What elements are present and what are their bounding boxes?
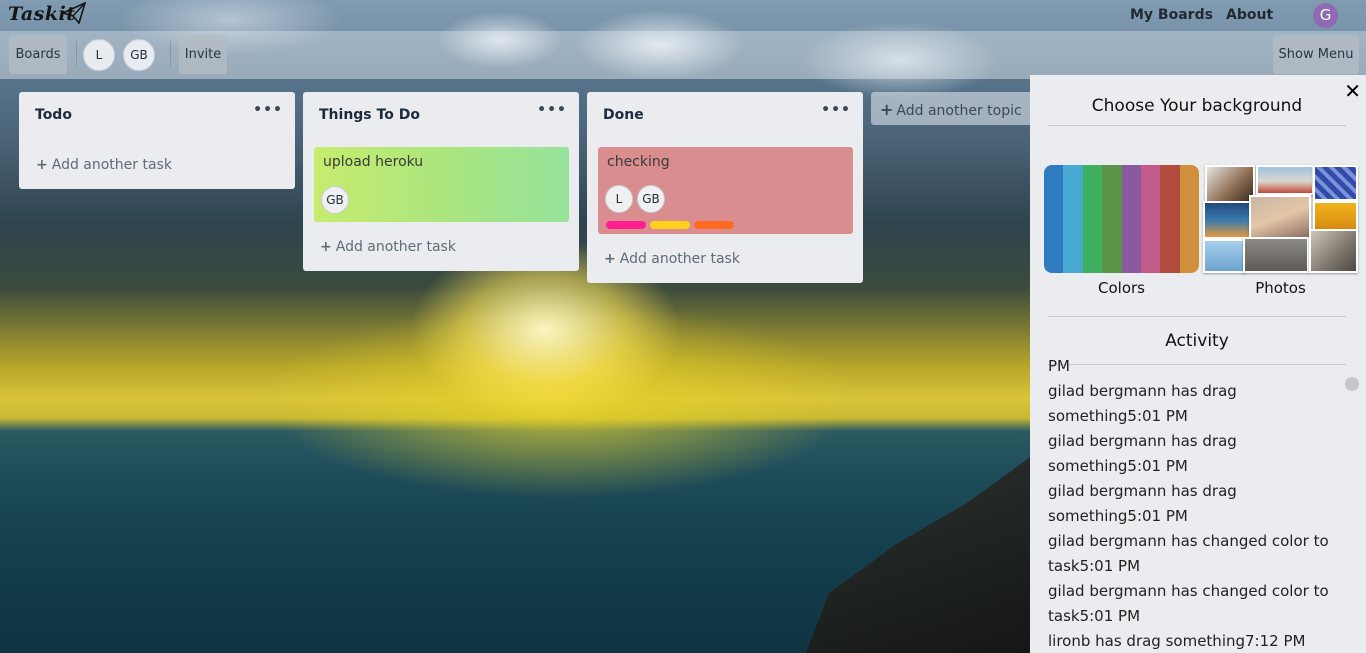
list-menu-icon[interactable]: ••• bbox=[253, 102, 283, 118]
task-card[interactable]: upload heroku GB bbox=[314, 147, 569, 222]
invite-button[interactable]: Invite bbox=[179, 35, 227, 74]
background-heading: Choose Your background bbox=[1091, 96, 1303, 116]
color-swatch-stripe bbox=[1082, 165, 1103, 273]
list-title[interactable]: Done bbox=[603, 107, 644, 123]
activity-item: gilad bergmann has changed color to task… bbox=[1048, 582, 1329, 625]
task-card[interactable]: checking L GB bbox=[598, 147, 853, 234]
activity-scrollbar[interactable] bbox=[1345, 377, 1359, 391]
color-swatch-stripe bbox=[1063, 165, 1083, 273]
paper-plane-icon bbox=[62, 2, 86, 24]
activity-item: lironb has drag something7:12 PM bbox=[1048, 632, 1306, 650]
color-swatch-stripe bbox=[1160, 165, 1180, 273]
card-label bbox=[606, 221, 646, 229]
color-swatch-stripe bbox=[1044, 165, 1064, 273]
close-icon[interactable]: ✕ bbox=[1344, 79, 1361, 103]
photo-thumbnail bbox=[1203, 201, 1251, 239]
add-task-button[interactable]: + Add another task bbox=[320, 239, 456, 255]
color-swatch-stripe bbox=[1121, 165, 1141, 273]
activity-item: gilad bergmann has drag something5:01 PM bbox=[1048, 432, 1237, 475]
my-boards-link[interactable]: My Boards bbox=[1130, 7, 1213, 23]
photo-thumbnail bbox=[1249, 195, 1311, 239]
photo-thumbnail bbox=[1256, 165, 1314, 195]
list-title[interactable]: Things To Do bbox=[319, 107, 420, 123]
card-title: upload heroku bbox=[323, 154, 424, 170]
toolbar-divider bbox=[76, 41, 77, 67]
color-swatch-stripe bbox=[1140, 165, 1161, 273]
add-topic-label: Add another topic bbox=[896, 103, 1022, 119]
list-todo: Todo ••• + Add another task bbox=[19, 92, 295, 189]
card-member-avatar: GB bbox=[637, 185, 665, 213]
activity-item: gilad bergmann has drag something5:01 PM bbox=[1048, 382, 1237, 425]
show-menu-button[interactable]: Show Menu bbox=[1273, 35, 1359, 74]
list-menu-icon[interactable]: ••• bbox=[821, 102, 851, 118]
add-task-button[interactable]: + Add another task bbox=[36, 157, 172, 173]
plus-icon: + bbox=[36, 157, 48, 173]
boards-button[interactable]: Boards bbox=[9, 35, 67, 74]
activity-item: PM bbox=[1048, 360, 1070, 375]
activity-feed[interactable]: PM gilad bergmann has drag something5:01… bbox=[1048, 360, 1343, 653]
card-member-avatar: GB bbox=[321, 186, 349, 214]
list-menu-icon[interactable]: ••• bbox=[537, 102, 567, 118]
toolbar-divider bbox=[170, 41, 171, 67]
add-task-label: Add another task bbox=[619, 251, 740, 267]
add-task-label: Add another task bbox=[335, 239, 456, 255]
plus-icon: + bbox=[604, 251, 616, 267]
divider bbox=[1048, 125, 1346, 126]
side-menu: ✕ Choose Your background Colors Photos A… bbox=[1030, 75, 1366, 653]
activity-item: gilad bergmann has changed color to task… bbox=[1048, 532, 1329, 575]
colors-label: Colors bbox=[1098, 279, 1145, 297]
top-navigation: Taskit My Boards About G bbox=[0, 0, 1366, 31]
divider bbox=[1048, 316, 1346, 317]
photo-thumbnail bbox=[1243, 237, 1309, 273]
photo-thumbnail bbox=[1309, 229, 1358, 273]
user-avatar[interactable]: G bbox=[1313, 3, 1338, 28]
board-member-avatar[interactable]: L bbox=[83, 39, 115, 71]
photos-option[interactable] bbox=[1203, 165, 1358, 273]
board-member-avatar[interactable]: GB bbox=[123, 39, 155, 71]
activity-heading: Activity bbox=[1165, 331, 1229, 351]
add-task-button[interactable]: + Add another task bbox=[604, 251, 740, 267]
board-toolbar: Boards L GB Invite Show Menu bbox=[0, 31, 1366, 79]
photo-thumbnail bbox=[1313, 165, 1358, 201]
activity-item: gilad bergmann has drag something5:01 PM bbox=[1048, 482, 1237, 525]
card-title: checking bbox=[607, 154, 670, 170]
photo-thumbnail bbox=[1205, 165, 1255, 203]
color-swatch-stripe bbox=[1179, 165, 1199, 273]
card-member-avatar: L bbox=[605, 185, 633, 213]
card-label bbox=[694, 221, 734, 229]
about-link[interactable]: About bbox=[1226, 7, 1273, 23]
list-title[interactable]: Todo bbox=[35, 107, 72, 123]
colors-option[interactable] bbox=[1044, 165, 1199, 273]
color-swatch-stripe bbox=[1102, 165, 1122, 273]
photos-label: Photos bbox=[1255, 279, 1306, 297]
plus-icon: + bbox=[880, 100, 894, 119]
add-topic-button[interactable]: + Add another topic bbox=[871, 92, 1041, 125]
plus-icon: + bbox=[320, 239, 332, 255]
photo-thumbnail bbox=[1313, 201, 1358, 231]
add-task-label: Add another task bbox=[51, 157, 172, 173]
photo-thumbnail bbox=[1203, 239, 1245, 273]
list-done: Done ••• checking L GB + Add another task bbox=[587, 92, 863, 283]
card-label bbox=[650, 221, 690, 229]
list-things-to-do: Things To Do ••• upload heroku GB + Add a… bbox=[303, 92, 579, 271]
